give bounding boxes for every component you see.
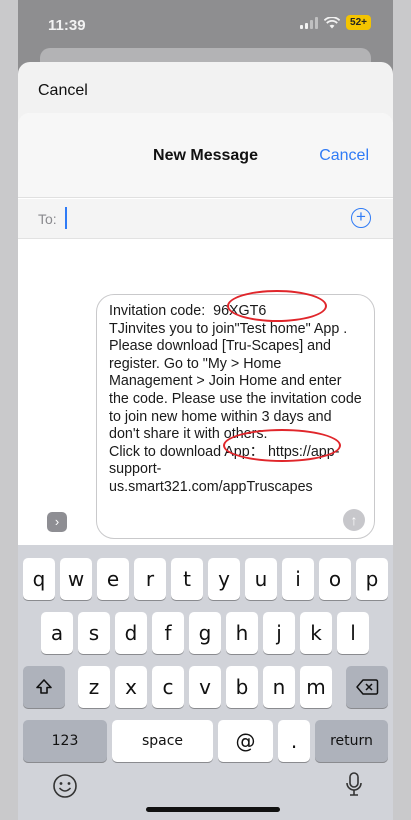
key-q[interactable]: q [23,558,55,600]
key-w[interactable]: w [60,558,92,600]
send-arrow-icon[interactable]: ↑ [343,509,365,531]
key-n[interactable]: n [263,666,295,708]
key-a[interactable]: a [41,612,73,654]
key-g[interactable]: g [189,612,221,654]
key-t[interactable]: t [171,558,203,600]
key-u[interactable]: u [245,558,277,600]
return-key[interactable]: return [315,720,388,762]
key-m[interactable]: m [300,666,332,708]
key-row-1: q w e r t y u i o p [18,558,393,600]
wifi-icon [324,16,341,29]
key-p[interactable]: p [356,558,388,600]
key-y[interactable]: y [208,558,240,600]
shift-icon[interactable] [23,666,65,708]
key-row-2: a s d f g h j k l [18,612,393,654]
key-x[interactable]: x [115,666,147,708]
key-d[interactable]: d [115,612,147,654]
numbers-key[interactable]: 123 [23,720,107,762]
key-c[interactable]: c [152,666,184,708]
status-icons: 52+ [300,15,371,30]
key-f[interactable]: f [152,612,184,654]
recipient-row[interactable]: To: + [18,199,393,239]
key-b[interactable]: b [226,666,258,708]
status-time: 11:39 [48,17,86,34]
key-j[interactable]: j [263,612,295,654]
key-z[interactable]: z [78,666,110,708]
key-r[interactable]: r [134,558,166,600]
signal-icon [300,16,319,29]
chevron-right-icon[interactable]: › [47,512,67,532]
key-i[interactable]: i [282,558,314,600]
to-label: To: [38,211,57,227]
key-e[interactable]: e [97,558,129,600]
key-h[interactable]: h [226,612,258,654]
backspace-icon[interactable] [346,666,388,708]
emoji-icon[interactable] [52,773,78,804]
key-v[interactable]: v [189,666,221,708]
period-key[interactable]: . [278,720,310,762]
key-k[interactable]: k [300,612,332,654]
key-l[interactable]: l [337,612,369,654]
add-contact-icon[interactable]: + [351,208,371,228]
key-row-3: z x c v b n m [18,666,393,708]
key-o[interactable]: o [319,558,351,600]
message-input[interactable]: Invitation code: 96XGT6 TJinvites you to… [96,294,375,539]
text-caret [65,207,67,229]
microphone-icon[interactable] [345,771,363,804]
home-indicator[interactable] [146,807,280,812]
underlying-cancel-button[interactable]: Cancel [38,82,88,100]
key-row-4: 123 space @ . return [18,720,393,762]
keyboard: q w e r t y u i o p a s d f g h j k l z [18,545,393,820]
cancel-button[interactable]: Cancel [319,147,369,165]
message-text: Invitation code: 96XGT6 TJinvites you to… [109,303,362,495]
key-s[interactable]: s [78,612,110,654]
space-key[interactable]: space [112,720,213,762]
at-key[interactable]: @ [218,720,273,762]
phone-screen: 11:39 52+ Cancel New Message Cancel To: … [18,0,393,820]
battery-indicator: 52+ [346,15,371,30]
